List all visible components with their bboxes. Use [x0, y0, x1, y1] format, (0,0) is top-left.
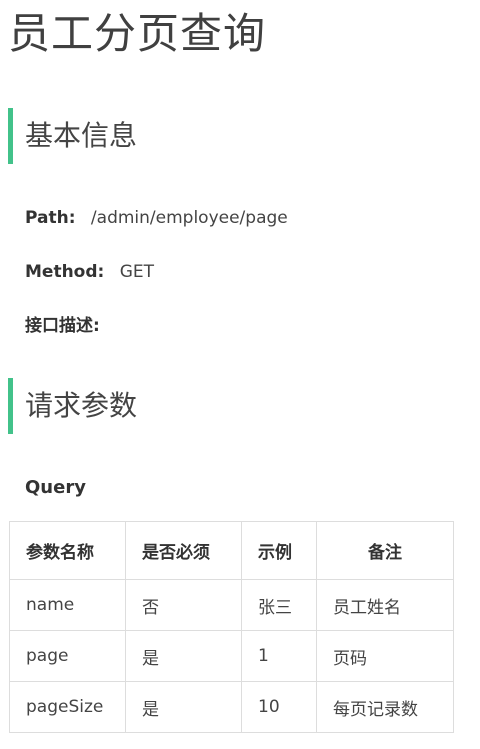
param-name-cell: name — [9, 579, 126, 631]
table-row: name 否 张三 员工姓名 — [9, 579, 454, 631]
required-cell: 否 — [125, 579, 242, 631]
path-row: Path: /admin/employee/page — [25, 206, 288, 230]
page-title: 员工分页查询 — [8, 9, 267, 58]
section-heading-basic-info: 基本信息 — [8, 108, 137, 164]
column-header-required: 是否必须 — [125, 521, 242, 580]
remark-cell: 页码 — [316, 630, 454, 682]
param-name-cell: page — [9, 630, 126, 682]
column-header-example: 示例 — [241, 521, 317, 580]
table-header-row: 参数名称 是否必须 示例 备注 — [9, 521, 454, 580]
column-header-remark: 备注 — [316, 521, 454, 580]
section-heading-request-params: 请求参数 — [8, 378, 137, 434]
description-label: 接口描述: — [25, 316, 100, 336]
table-row: pageSize 是 10 每页记录数 — [9, 681, 454, 733]
example-cell: 10 — [241, 681, 317, 733]
table-row: page 是 1 页码 — [9, 630, 454, 682]
column-header-param-name: 参数名称 — [9, 521, 126, 580]
remark-cell: 每页记录数 — [316, 681, 454, 733]
param-name-cell: pageSize — [9, 681, 126, 733]
required-cell: 是 — [125, 681, 242, 733]
method-value: GET — [119, 262, 155, 282]
method-label: Method: — [25, 262, 105, 282]
required-cell: 是 — [125, 630, 242, 682]
query-label: Query — [25, 477, 86, 498]
path-value: /admin/employee/page — [90, 208, 288, 228]
remark-cell: 员工姓名 — [316, 579, 454, 631]
method-row: Method: GET — [25, 260, 154, 284]
description-row: 接口描述: — [25, 314, 110, 338]
path-label: Path: — [25, 208, 76, 228]
params-table: 参数名称 是否必须 示例 备注 name 否 张三 员工姓名 page 是 1 … — [9, 521, 454, 733]
example-cell: 张三 — [241, 579, 317, 631]
example-cell: 1 — [241, 630, 317, 682]
